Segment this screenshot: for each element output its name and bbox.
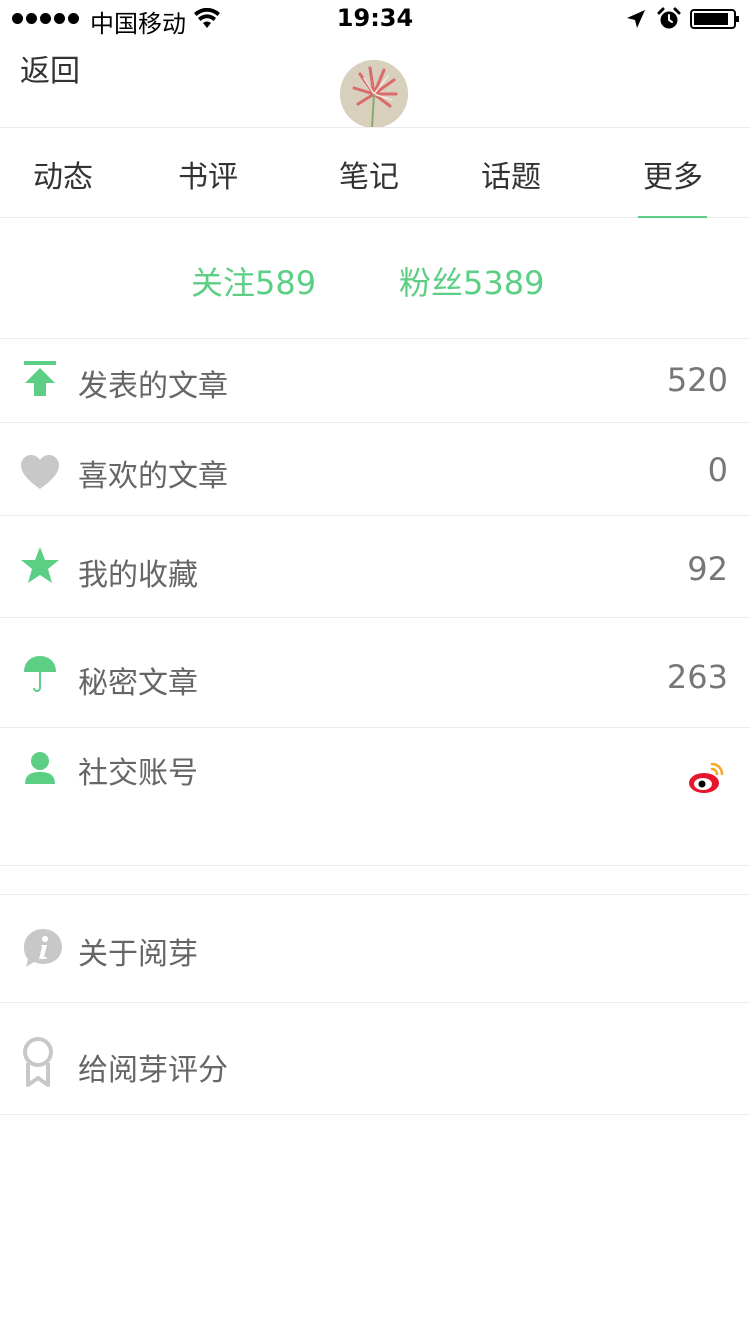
list-item-count: 92 bbox=[687, 550, 728, 588]
tab-topics[interactable]: 话题 bbox=[481, 152, 541, 196]
tab-dynamics[interactable]: 动态 bbox=[33, 152, 93, 196]
list-item-label: 我的收藏 bbox=[78, 558, 198, 593]
battery-icon bbox=[690, 9, 739, 29]
list-item-secret-articles[interactable]: 秘密文章 263 bbox=[0, 618, 750, 728]
followers-count-link[interactable]: 粉丝5389 bbox=[399, 258, 544, 304]
list-item-liked-articles[interactable]: 喜欢的文章 0 bbox=[0, 423, 750, 516]
upload-icon bbox=[24, 361, 56, 396]
weibo-icon[interactable] bbox=[688, 760, 726, 796]
list-item-label: 发表的文章 bbox=[78, 369, 228, 404]
list-item-about[interactable]: 关于阅芽 bbox=[0, 895, 750, 1003]
tab-book-reviews[interactable]: 书评 bbox=[178, 152, 238, 196]
list-item-label: 社交账号 bbox=[78, 756, 198, 791]
star-icon bbox=[21, 547, 59, 583]
list-item-label: 秘密文章 bbox=[78, 666, 198, 701]
back-button[interactable]: 返回 bbox=[20, 46, 80, 90]
list-item-rate-app[interactable]: 给阅芽评分 bbox=[0, 1003, 750, 1115]
heart-icon bbox=[21, 455, 59, 489]
list-item-published-articles[interactable]: 发表的文章 520 bbox=[0, 339, 750, 423]
alarm-icon bbox=[657, 7, 681, 29]
tab-more[interactable]: 更多 bbox=[643, 152, 703, 196]
umbrella-icon bbox=[24, 656, 56, 692]
list-item-count: 263 bbox=[666, 658, 728, 696]
list-item-label: 喜欢的文章 bbox=[78, 459, 228, 494]
active-tab-indicator bbox=[638, 216, 707, 218]
list-item-label: 给阅芽评分 bbox=[78, 1053, 228, 1088]
list-item-count: 0 bbox=[707, 451, 728, 489]
tab-notes[interactable]: 笔记 bbox=[339, 152, 399, 196]
award-icon bbox=[23, 1037, 53, 1087]
info-icon bbox=[24, 929, 62, 967]
status-bar: 中国移动 19:34 bbox=[0, 0, 750, 40]
list-item-my-favorites[interactable]: 我的收藏 92 bbox=[0, 516, 750, 618]
avatar-flower-image bbox=[340, 60, 408, 128]
avatar[interactable] bbox=[340, 60, 408, 128]
person-icon bbox=[25, 752, 55, 784]
tab-bar: 动态 书评 笔记 话题 更多 bbox=[0, 127, 750, 218]
following-count-link[interactable]: 关注589 bbox=[191, 258, 316, 304]
location-arrow-icon bbox=[627, 10, 645, 28]
list-item-label: 关于阅芽 bbox=[78, 937, 198, 972]
list-item-social-accounts[interactable]: 社交账号 bbox=[0, 728, 750, 866]
list-item-count: 520 bbox=[666, 361, 728, 399]
